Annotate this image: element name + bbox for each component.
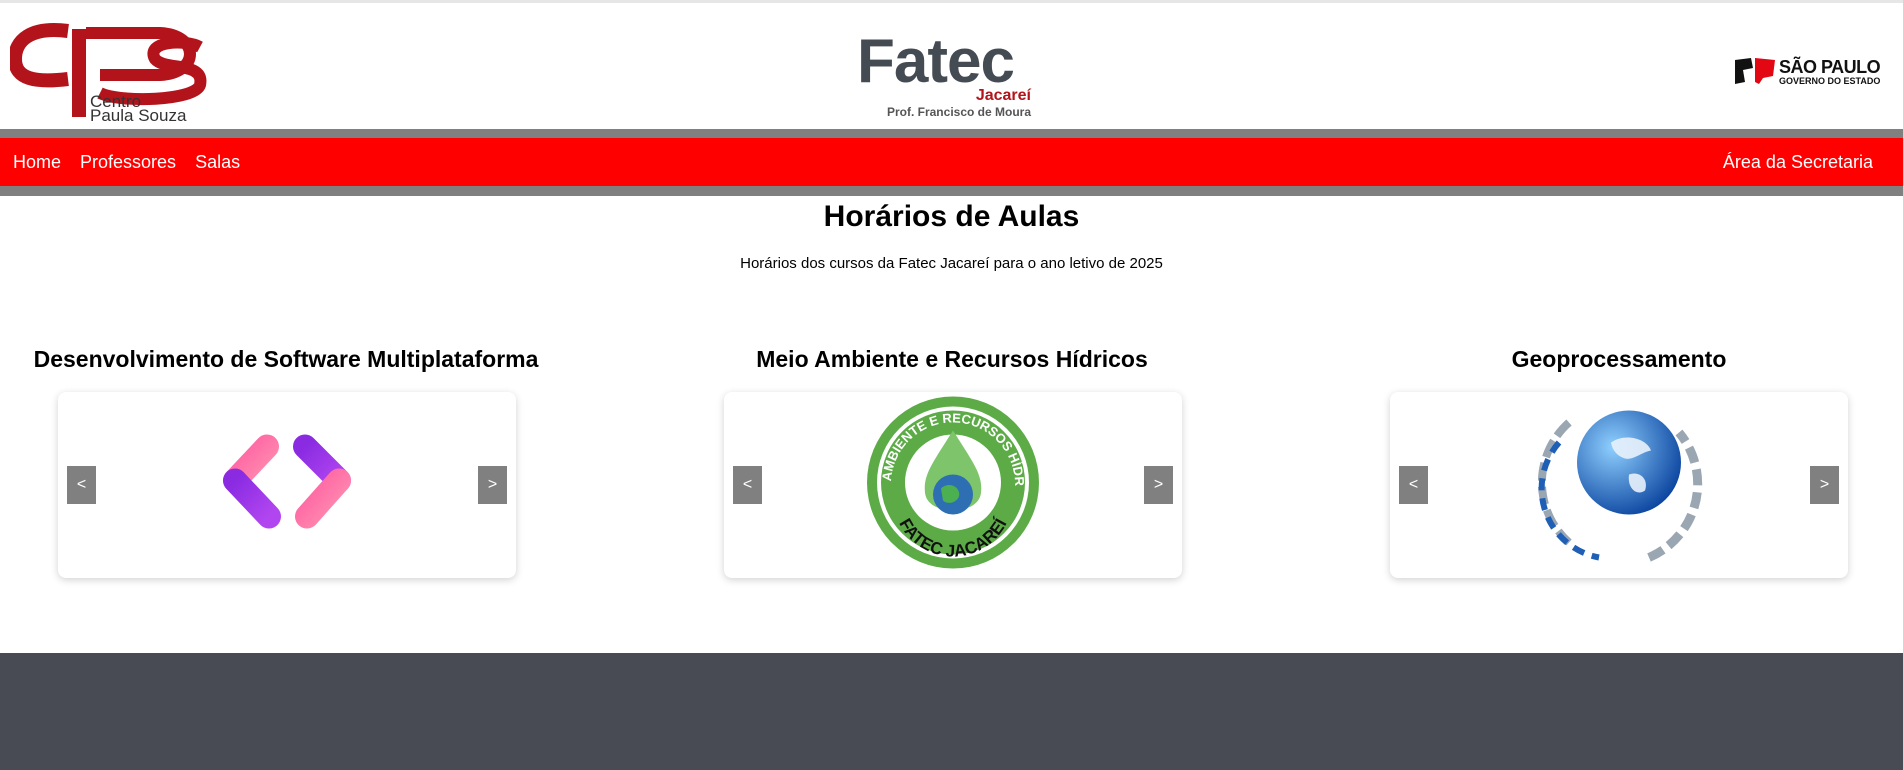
nav-bar-frame: Home Professores Salas Área da Secretari… (0, 129, 1903, 196)
nav-area-secretaria[interactable]: Área da Secretaria (1723, 152, 1873, 173)
carousel-prev-button[interactable]: < (733, 466, 762, 504)
course-title-geoprocessamento: Geoprocessamento (1511, 346, 1727, 372)
globe-icon[interactable] (1529, 393, 1709, 578)
site-footer (0, 653, 1903, 770)
main-nav: Home Professores Salas Área da Secretari… (0, 138, 1903, 186)
nav-home[interactable]: Home (13, 152, 61, 173)
code-brackets-icon[interactable] (217, 433, 357, 538)
nav-professores[interactable]: Professores (80, 152, 176, 173)
centro-paula-souza-logo[interactable]: Centro Paula Souza (7, 21, 210, 125)
course-carousel-dsm: < > (58, 392, 516, 578)
nav-salas[interactable]: Salas (195, 152, 240, 173)
cps-logo-text-line2: Paula Souza (90, 106, 187, 125)
site-header: Centro Paula Souza Fatec Jacareí Prof. F… (0, 6, 1903, 129)
fatec-logo-name: Fatec (857, 27, 1015, 96)
course-carousel-meio-ambiente: < MEIO AMBIENTE E RECURSOS HÍDRICOS FATE… (724, 381, 1182, 578)
fatec-logo-city: Jacareí (975, 87, 1031, 104)
course-title-meio-ambiente: Meio Ambiente e Recursos Hídricos (756, 346, 1148, 372)
carousel-next-button[interactable]: > (1810, 466, 1839, 504)
carousel-prev-button[interactable]: < (67, 466, 96, 504)
course-title-dsm: Desenvolvimento de Software Multiplatafo… (33, 346, 539, 372)
sp-map-icon (1735, 58, 1775, 84)
sp-logo-sub: GOVERNO DO ESTADO (1779, 76, 1881, 86)
sao-paulo-government-logo[interactable]: SÃO PAULO GOVERNO DO ESTADO (1733, 56, 1881, 91)
environment-badge-icon[interactable]: MEIO AMBIENTE E RECURSOS HÍDRICOS FATEC … (858, 381, 1043, 578)
course-carousel-geoprocessamento: < > (1390, 392, 1848, 578)
fatec-logo[interactable]: Fatec Jacareí Prof. Francisco de Moura (857, 31, 1037, 121)
fatec-logo-prof: Prof. Francisco de Moura (886, 105, 1031, 119)
carousel-next-button[interactable]: > (1144, 466, 1173, 504)
page-subtitle: Horários dos cursos da Fatec Jacareí par… (740, 255, 1163, 272)
carousel-prev-button[interactable]: < (1399, 466, 1428, 504)
sp-logo-name: SÃO PAULO (1779, 57, 1881, 77)
carousel-next-button[interactable]: > (478, 466, 507, 504)
page-title: Horários de Aulas (823, 200, 1080, 233)
